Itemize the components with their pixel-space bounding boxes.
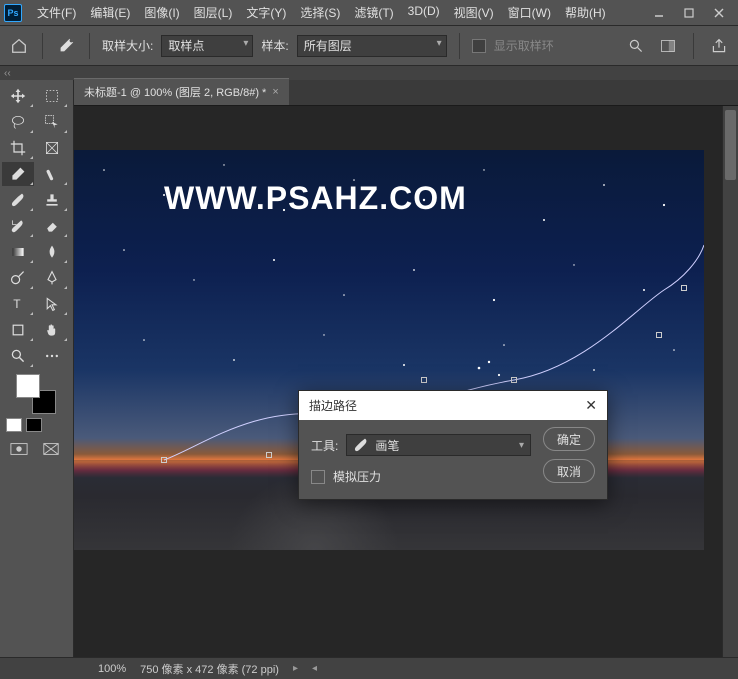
app-logo: Ps [4, 4, 22, 22]
path-anchor[interactable] [511, 377, 517, 383]
path-anchor[interactable] [421, 377, 427, 383]
menu-edit[interactable]: 编辑(E) [83, 0, 137, 25]
chevron-left-icon: ‹‹ [4, 68, 11, 79]
eyedropper-tool[interactable] [2, 162, 34, 186]
home-icon[interactable] [8, 35, 30, 57]
brush-icon [353, 437, 369, 453]
menu-filter[interactable]: 滤镜(T) [347, 0, 400, 25]
show-ring-label: 显示取样环 [494, 37, 554, 54]
scrollbar-thumb[interactable] [725, 110, 736, 180]
cancel-button[interactable]: 取消 [543, 459, 595, 483]
eraser-tool[interactable] [36, 214, 68, 238]
menu-type[interactable]: 文字(Y) [239, 0, 293, 25]
status-bar: 100% 750 像素 x 472 像素 (72 ppi) ▸ ◂ [0, 657, 738, 679]
minimize-button[interactable] [644, 3, 674, 23]
path-anchor[interactable] [266, 452, 272, 458]
vertical-scrollbar[interactable] [722, 106, 738, 657]
frame-tool[interactable] [36, 136, 68, 160]
path-anchor[interactable] [681, 285, 687, 291]
foreground-color[interactable] [16, 374, 40, 398]
svg-text:T: T [13, 297, 21, 311]
marquee-tool[interactable] [36, 84, 68, 108]
quick-mask-on[interactable] [26, 418, 42, 432]
options-bar: 取样大小: 取样点 样本: 所有图层 显示取样环 [0, 26, 738, 66]
menu-window[interactable]: 窗口(W) [501, 0, 558, 25]
dialog-close-icon[interactable]: ✕ [585, 397, 597, 414]
doc-info[interactable]: 750 像素 x 472 像素 (72 ppi) [140, 661, 279, 677]
sample-size-select[interactable]: 取样点 [161, 35, 253, 57]
dialog-titlebar[interactable]: 描边路径 ✕ [299, 391, 607, 420]
main-menu: 文件(F) 编辑(E) 图像(I) 图层(L) 文字(Y) 选择(S) 滤镜(T… [30, 0, 613, 25]
maximize-button[interactable] [674, 3, 704, 23]
ok-button[interactable]: 确定 [543, 427, 595, 451]
doc-tab[interactable]: 未标题-1 @ 100% (图层 2, RGB/8#) * × [74, 78, 289, 105]
blur-tool[interactable] [36, 240, 68, 264]
color-swatches[interactable] [16, 374, 56, 414]
menu-select[interactable]: 选择(S) [293, 0, 347, 25]
shape-tool[interactable] [2, 318, 34, 342]
crop-tool[interactable] [2, 136, 34, 160]
path-anchor[interactable] [656, 332, 662, 338]
stroke-path-dialog: 描边路径 ✕ 工具: 画笔 模拟压力 确定 取消 [298, 390, 608, 500]
sample-select[interactable]: 所有图层 [297, 35, 447, 57]
title-bar: Ps 文件(F) 编辑(E) 图像(I) 图层(L) 文字(Y) 选择(S) 滤… [0, 0, 738, 26]
simulate-pressure-checkbox[interactable] [311, 470, 325, 484]
workspace-icon[interactable] [657, 35, 679, 57]
dialog-title: 描边路径 [309, 397, 357, 414]
simulate-pressure-label: 模拟压力 [333, 468, 381, 485]
dodge-tool[interactable] [2, 266, 34, 290]
brush-tool[interactable] [2, 188, 34, 212]
window-controls [644, 3, 734, 23]
lasso-tool[interactable] [2, 110, 34, 134]
doc-tab-title: 未标题-1 @ 100% (图层 2, RGB/8#) * [84, 84, 266, 100]
sample-size-label: 取样大小: [102, 37, 153, 54]
doc-tab-row: 未标题-1 @ 100% (图层 2, RGB/8#) * × [74, 80, 738, 106]
menu-help[interactable]: 帮助(H) [558, 0, 613, 25]
healing-tool[interactable] [36, 162, 68, 186]
show-ring-checkbox[interactable] [472, 39, 486, 53]
zoom-tool[interactable] [2, 344, 34, 368]
move-tool[interactable] [2, 84, 34, 108]
document-area: 未标题-1 @ 100% (图层 2, RGB/8#) * × WWW.PSAH… [74, 80, 738, 657]
close-tab-icon[interactable]: × [272, 86, 278, 98]
gradient-tool[interactable] [2, 240, 34, 264]
tools-panel: T [0, 80, 74, 657]
hand-tool[interactable] [36, 318, 68, 342]
search-icon[interactable] [625, 35, 647, 57]
share-icon[interactable] [708, 35, 730, 57]
menu-layer[interactable]: 图层(L) [187, 0, 240, 25]
menu-3d[interactable]: 3D(D) [401, 0, 447, 25]
sample-label: 样本: [261, 37, 288, 54]
close-button[interactable] [704, 3, 734, 23]
main-area: T 未标题-1 @ 100% (图层 2, RGB/8#) * [0, 80, 738, 657]
screen-mode-toggle[interactable] [42, 442, 60, 459]
menu-view[interactable]: 视图(V) [447, 0, 501, 25]
tool-label: 工具: [311, 437, 338, 454]
canvas-viewport: WWW.PSAHZ.COM [74, 106, 738, 657]
tool-value: 画笔 [375, 437, 399, 454]
zoom-level[interactable]: 100% [98, 663, 126, 675]
quick-mask-toggle[interactable] [10, 442, 28, 459]
history-brush-tool[interactable] [2, 214, 34, 238]
pen-tool[interactable] [36, 266, 68, 290]
menu-image[interactable]: 图像(I) [137, 0, 186, 25]
chevron-left-icon[interactable]: ◂ [312, 663, 317, 674]
menu-file[interactable]: 文件(F) [30, 0, 83, 25]
path-select-tool[interactable] [36, 292, 68, 316]
type-tool[interactable]: T [2, 292, 34, 316]
quick-select-tool[interactable] [36, 110, 68, 134]
path-anchor[interactable] [161, 457, 167, 463]
quick-mask-off[interactable] [6, 418, 22, 432]
edit-toolbar[interactable] [36, 344, 68, 368]
eyedropper-tool-icon[interactable] [55, 35, 77, 57]
chevron-right-icon[interactable]: ▸ [293, 663, 298, 674]
tool-select[interactable]: 画笔 [346, 434, 531, 456]
stamp-tool[interactable] [36, 188, 68, 212]
